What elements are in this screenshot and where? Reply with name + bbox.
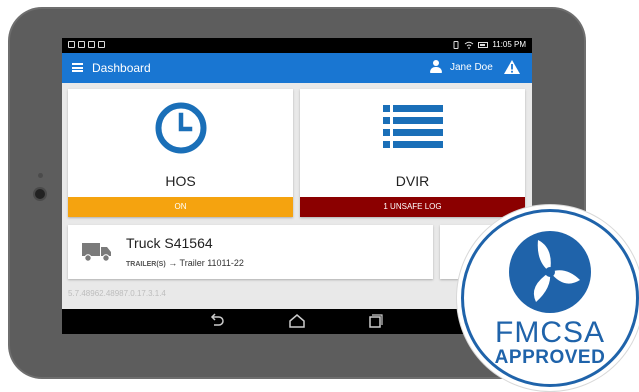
notification-icon: [68, 41, 75, 48]
recent-apps-icon[interactable]: [366, 313, 384, 329]
notification-icon: [88, 41, 95, 48]
hos-label: HOS: [165, 173, 196, 189]
badge-title: FMCSA: [495, 316, 605, 349]
user-name[interactable]: Jane Doe: [450, 62, 493, 73]
dvir-label: DVIR: [395, 173, 430, 189]
trailer-line: TRAILER(S) → Trailer 11011-22: [126, 258, 244, 268]
hos-status-bar: ON: [68, 197, 293, 217]
version-text: 5.7.48962.48987.0.17.3.1.4: [68, 289, 166, 298]
wifi-icon: [465, 41, 474, 49]
back-icon[interactable]: [208, 313, 226, 329]
clock-icon: [155, 102, 207, 154]
system-status: 11:05 PM: [452, 40, 526, 49]
app-bar: Dashboard Jane Doe: [62, 53, 532, 83]
trailer-arrow: →: [168, 258, 178, 268]
trailer-key: TRAILER(S): [126, 261, 166, 268]
front-camera: [35, 189, 45, 199]
notification-icon: [98, 41, 105, 48]
battery-icon: [478, 41, 489, 48]
menu-icon[interactable]: [72, 63, 83, 72]
front-sensor: [38, 173, 43, 178]
notification-icons: [68, 41, 105, 48]
vibrate-icon: [453, 40, 459, 49]
user-icon[interactable]: [430, 60, 442, 74]
truck-name: Truck S41564: [126, 235, 213, 251]
list-icon: [383, 105, 443, 148]
alert-triangle-icon[interactable]: [503, 59, 521, 75]
trailer-value: Trailer 11011-22: [179, 258, 244, 268]
status-time: 11:05 PM: [492, 40, 526, 49]
home-icon[interactable]: [288, 313, 306, 329]
dvir-card[interactable]: DVIR 1 UNSAFE LOG: [300, 89, 525, 217]
fmcsa-badge: FMCSA APPROVED: [457, 205, 639, 391]
truck-card[interactable]: Truck S41564 TRAILER(S) → Trailer 11011-…: [68, 225, 433, 279]
notification-icon: [78, 41, 85, 48]
dvir-status-bar: 1 UNSAFE LOG: [300, 197, 525, 217]
badge-subtitle: APPROVED: [494, 347, 606, 368]
fmcsa-logo-icon: [509, 231, 591, 313]
app-title: Dashboard: [92, 61, 151, 75]
truck-icon: [82, 243, 111, 262]
status-bar: 11:05 PM: [62, 38, 532, 53]
hos-card[interactable]: HOS ON: [68, 89, 293, 217]
